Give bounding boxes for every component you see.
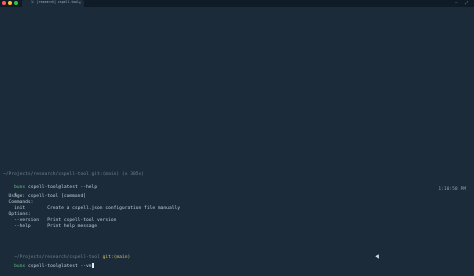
- tab-menu-icon[interactable]: ⋯: [455, 0, 457, 6]
- close-window-icon[interactable]: [2, 1, 6, 5]
- prev-command: cspell-tool@latest --help: [27, 185, 98, 190]
- title-bar: 1: [research] cspell-tool × ⋯ ⤢: [0, 0, 474, 7]
- tab-close-icon[interactable]: ×: [79, 0, 81, 5]
- current-command-line[interactable]: bunx cspell-tool@latest --ve: [3, 257, 94, 276]
- minimize-window-icon[interactable]: [8, 1, 12, 5]
- current-command-input[interactable]: cspell-tool@latest --ve: [28, 264, 92, 269]
- tab-title: 1: [research] cspell-tool: [31, 0, 79, 4]
- maximize-window-icon[interactable]: [14, 1, 18, 5]
- command-timestamp: 1:10:58 PM: [438, 187, 466, 192]
- terminal-tab[interactable]: 1: [research] cspell-tool ×: [22, 0, 84, 7]
- expand-icon[interactable]: ⤢: [465, 0, 468, 6]
- prompt-user: bunx: [14, 264, 26, 269]
- output-line: --help Print help message: [3, 224, 98, 229]
- terminal-pane[interactable]: ~/Projects/research/cspell-tool git:(mai…: [0, 7, 474, 269]
- git-branch: git:(main): [102, 255, 131, 260]
- prev-prompt-path: ~/Projects/research/cspell-tool git:(mai…: [3, 172, 145, 177]
- text-cursor: [91, 263, 94, 268]
